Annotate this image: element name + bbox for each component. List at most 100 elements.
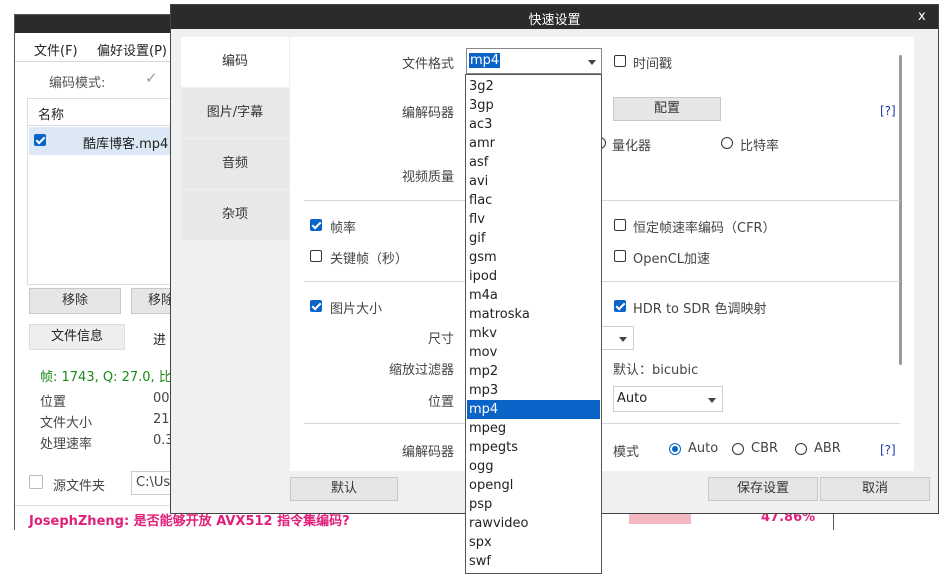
cfr-checkbox[interactable] bbox=[614, 219, 626, 231]
format-option[interactable]: mkv bbox=[467, 324, 600, 343]
format-option[interactable]: 3g2 bbox=[467, 77, 600, 96]
cfr-label: 恒定帧速率编码（CFR） bbox=[633, 221, 776, 236]
format-option[interactable]: ogg bbox=[467, 457, 600, 476]
audio-codec-label: 编解码器 bbox=[402, 445, 455, 460]
cancel-button[interactable]: 取消 bbox=[820, 477, 930, 501]
format-option[interactable]: spx bbox=[467, 533, 600, 552]
position-label: 位置 bbox=[428, 395, 455, 410]
keyframe-label: 关键帧（秒） bbox=[330, 252, 409, 267]
remove-button[interactable]: 移除 bbox=[29, 288, 121, 314]
info-value-filesize: 21 bbox=[153, 412, 170, 427]
mode-abr-radio[interactable] bbox=[795, 443, 807, 455]
position-select[interactable]: Auto bbox=[613, 386, 723, 412]
mode-auto-radio[interactable] bbox=[669, 443, 681, 455]
mode-abr-label: ABR bbox=[814, 441, 841, 456]
tab-progress[interactable]: 进 bbox=[153, 329, 166, 348]
menu-file[interactable]: 文件(F) bbox=[34, 40, 78, 59]
info-label-speed: 处理速率 bbox=[40, 437, 93, 452]
encode-mode-label: 编码模式: bbox=[49, 76, 106, 91]
settings-panel: 文件格式 mp4 时间戳 编解码器 配置 [?] 量化器 比特率 视频质量 帧率… bbox=[290, 37, 914, 471]
video-help-link[interactable]: [?] bbox=[880, 104, 896, 118]
format-option[interactable]: ac3 bbox=[467, 115, 600, 134]
framerate-label: 帧率 bbox=[330, 221, 357, 236]
info-label-position: 位置 bbox=[40, 395, 67, 410]
format-option[interactable]: psp bbox=[467, 495, 600, 514]
format-option[interactable]: mov bbox=[467, 343, 600, 362]
format-option[interactable]: 3gp bbox=[467, 96, 600, 115]
mode-label: 模式 bbox=[613, 445, 640, 460]
info-label-filesize: 文件大小 bbox=[40, 416, 93, 431]
encode-mode-check-icon[interactable]: ✓ bbox=[145, 69, 158, 87]
menu-preferences[interactable]: 偏好设置(P) bbox=[97, 40, 167, 59]
bitrate-label: 比特率 bbox=[740, 139, 780, 154]
source-folder-label: 源文件夹 bbox=[53, 479, 106, 494]
image-size-label: 图片大小 bbox=[330, 302, 383, 317]
scrollbar-thumb[interactable] bbox=[899, 55, 902, 365]
source-folder-path: C:\Us bbox=[136, 475, 171, 490]
format-option[interactable]: mp2 bbox=[467, 362, 600, 381]
tab-file-info[interactable]: 文件信息 bbox=[29, 324, 125, 350]
side-tabs: 编码 图片/字幕 音频 杂项 bbox=[181, 37, 289, 240]
chevron-down-icon bbox=[619, 337, 627, 342]
save-settings-button[interactable]: 保存设置 bbox=[708, 477, 818, 501]
hdr-label: HDR to SDR 色调映射 bbox=[633, 302, 767, 317]
mode-cbr-radio[interactable] bbox=[732, 443, 744, 455]
format-option[interactable]: gsm bbox=[467, 248, 600, 267]
tab-file-info-label: 文件信息 bbox=[50, 329, 103, 344]
audio-help-link[interactable]: [?] bbox=[880, 443, 896, 457]
side-tab-image-subtitle[interactable]: 图片/字幕 bbox=[181, 88, 289, 138]
dialog-title: 快速设置 bbox=[528, 13, 581, 28]
format-option[interactable]: m4a bbox=[467, 286, 600, 305]
file-format-select[interactable]: mp4 bbox=[466, 48, 602, 74]
side-tab-misc[interactable]: 杂项 bbox=[181, 190, 289, 240]
file-format-value: mp4 bbox=[469, 53, 501, 68]
position-value: Auto bbox=[617, 391, 648, 406]
video-quality-label: 视频质量 bbox=[402, 170, 455, 185]
scale-filter-label: 缩放过滤器 bbox=[389, 363, 455, 378]
config-button[interactable]: 配置 bbox=[613, 97, 721, 121]
format-option[interactable]: opengl bbox=[467, 476, 600, 495]
format-option[interactable]: amr bbox=[467, 134, 600, 153]
mode-cbr-label: CBR bbox=[751, 441, 779, 456]
timestamp-checkbox[interactable] bbox=[614, 55, 626, 67]
status-line: 帧: 1743, Q: 27.0, 比特 bbox=[40, 370, 185, 385]
side-tab-audio[interactable]: 音频 bbox=[181, 139, 289, 189]
hdr-checkbox[interactable] bbox=[614, 300, 626, 312]
bitrate-radio[interactable] bbox=[721, 137, 733, 149]
format-option[interactable]: flac bbox=[467, 191, 600, 210]
format-option[interactable]: flv bbox=[467, 210, 600, 229]
list-item[interactable]: 酷库博客.mp4 bbox=[29, 127, 177, 155]
source-folder-checkbox[interactable] bbox=[29, 475, 43, 489]
image-size-checkbox[interactable] bbox=[310, 300, 322, 312]
scale-filter-default: 默认：bicubic bbox=[613, 363, 699, 378]
close-icon[interactable]: x bbox=[918, 9, 926, 24]
format-option[interactable]: asf bbox=[467, 153, 600, 172]
format-option[interactable]: rawvideo bbox=[467, 514, 600, 533]
list-header-name: 名称 bbox=[38, 108, 65, 123]
format-option[interactable]: mpegts bbox=[467, 438, 600, 457]
format-option-selected[interactable]: mp4 bbox=[467, 400, 600, 419]
dialog-titlebar: 快速设置 x bbox=[171, 5, 938, 29]
framerate-checkbox[interactable] bbox=[310, 219, 322, 231]
info-value-position: 00 bbox=[153, 391, 170, 406]
opencl-checkbox[interactable] bbox=[614, 250, 626, 262]
video-codec-label: 编解码器 bbox=[402, 106, 455, 121]
format-option[interactable]: avi bbox=[467, 172, 600, 191]
list-item-checkbox[interactable] bbox=[34, 134, 46, 146]
format-option[interactable]: matroska bbox=[467, 305, 600, 324]
mode-auto-label: Auto bbox=[688, 441, 719, 456]
keyframe-checkbox[interactable] bbox=[310, 250, 322, 262]
chevron-down-icon bbox=[708, 398, 716, 403]
format-option[interactable]: swf bbox=[467, 552, 600, 571]
chevron-down-icon bbox=[588, 60, 596, 65]
format-option[interactable]: mpeg bbox=[467, 419, 600, 438]
list-item-filename: 酷库博客.mp4 bbox=[83, 137, 169, 152]
side-tab-encode[interactable]: 编码 bbox=[181, 37, 289, 87]
file-format-dropdown-list: 3g2 3gp ac3 amr asf avi flac flv gif gsm… bbox=[465, 74, 602, 574]
format-option[interactable]: ipod bbox=[467, 267, 600, 286]
format-option[interactable]: gif bbox=[467, 229, 600, 248]
default-button[interactable]: 默认 bbox=[290, 477, 398, 501]
opencl-label: OpenCL加速 bbox=[633, 252, 711, 267]
format-option[interactable]: mp3 bbox=[467, 381, 600, 400]
timestamp-label: 时间戳 bbox=[633, 57, 673, 72]
